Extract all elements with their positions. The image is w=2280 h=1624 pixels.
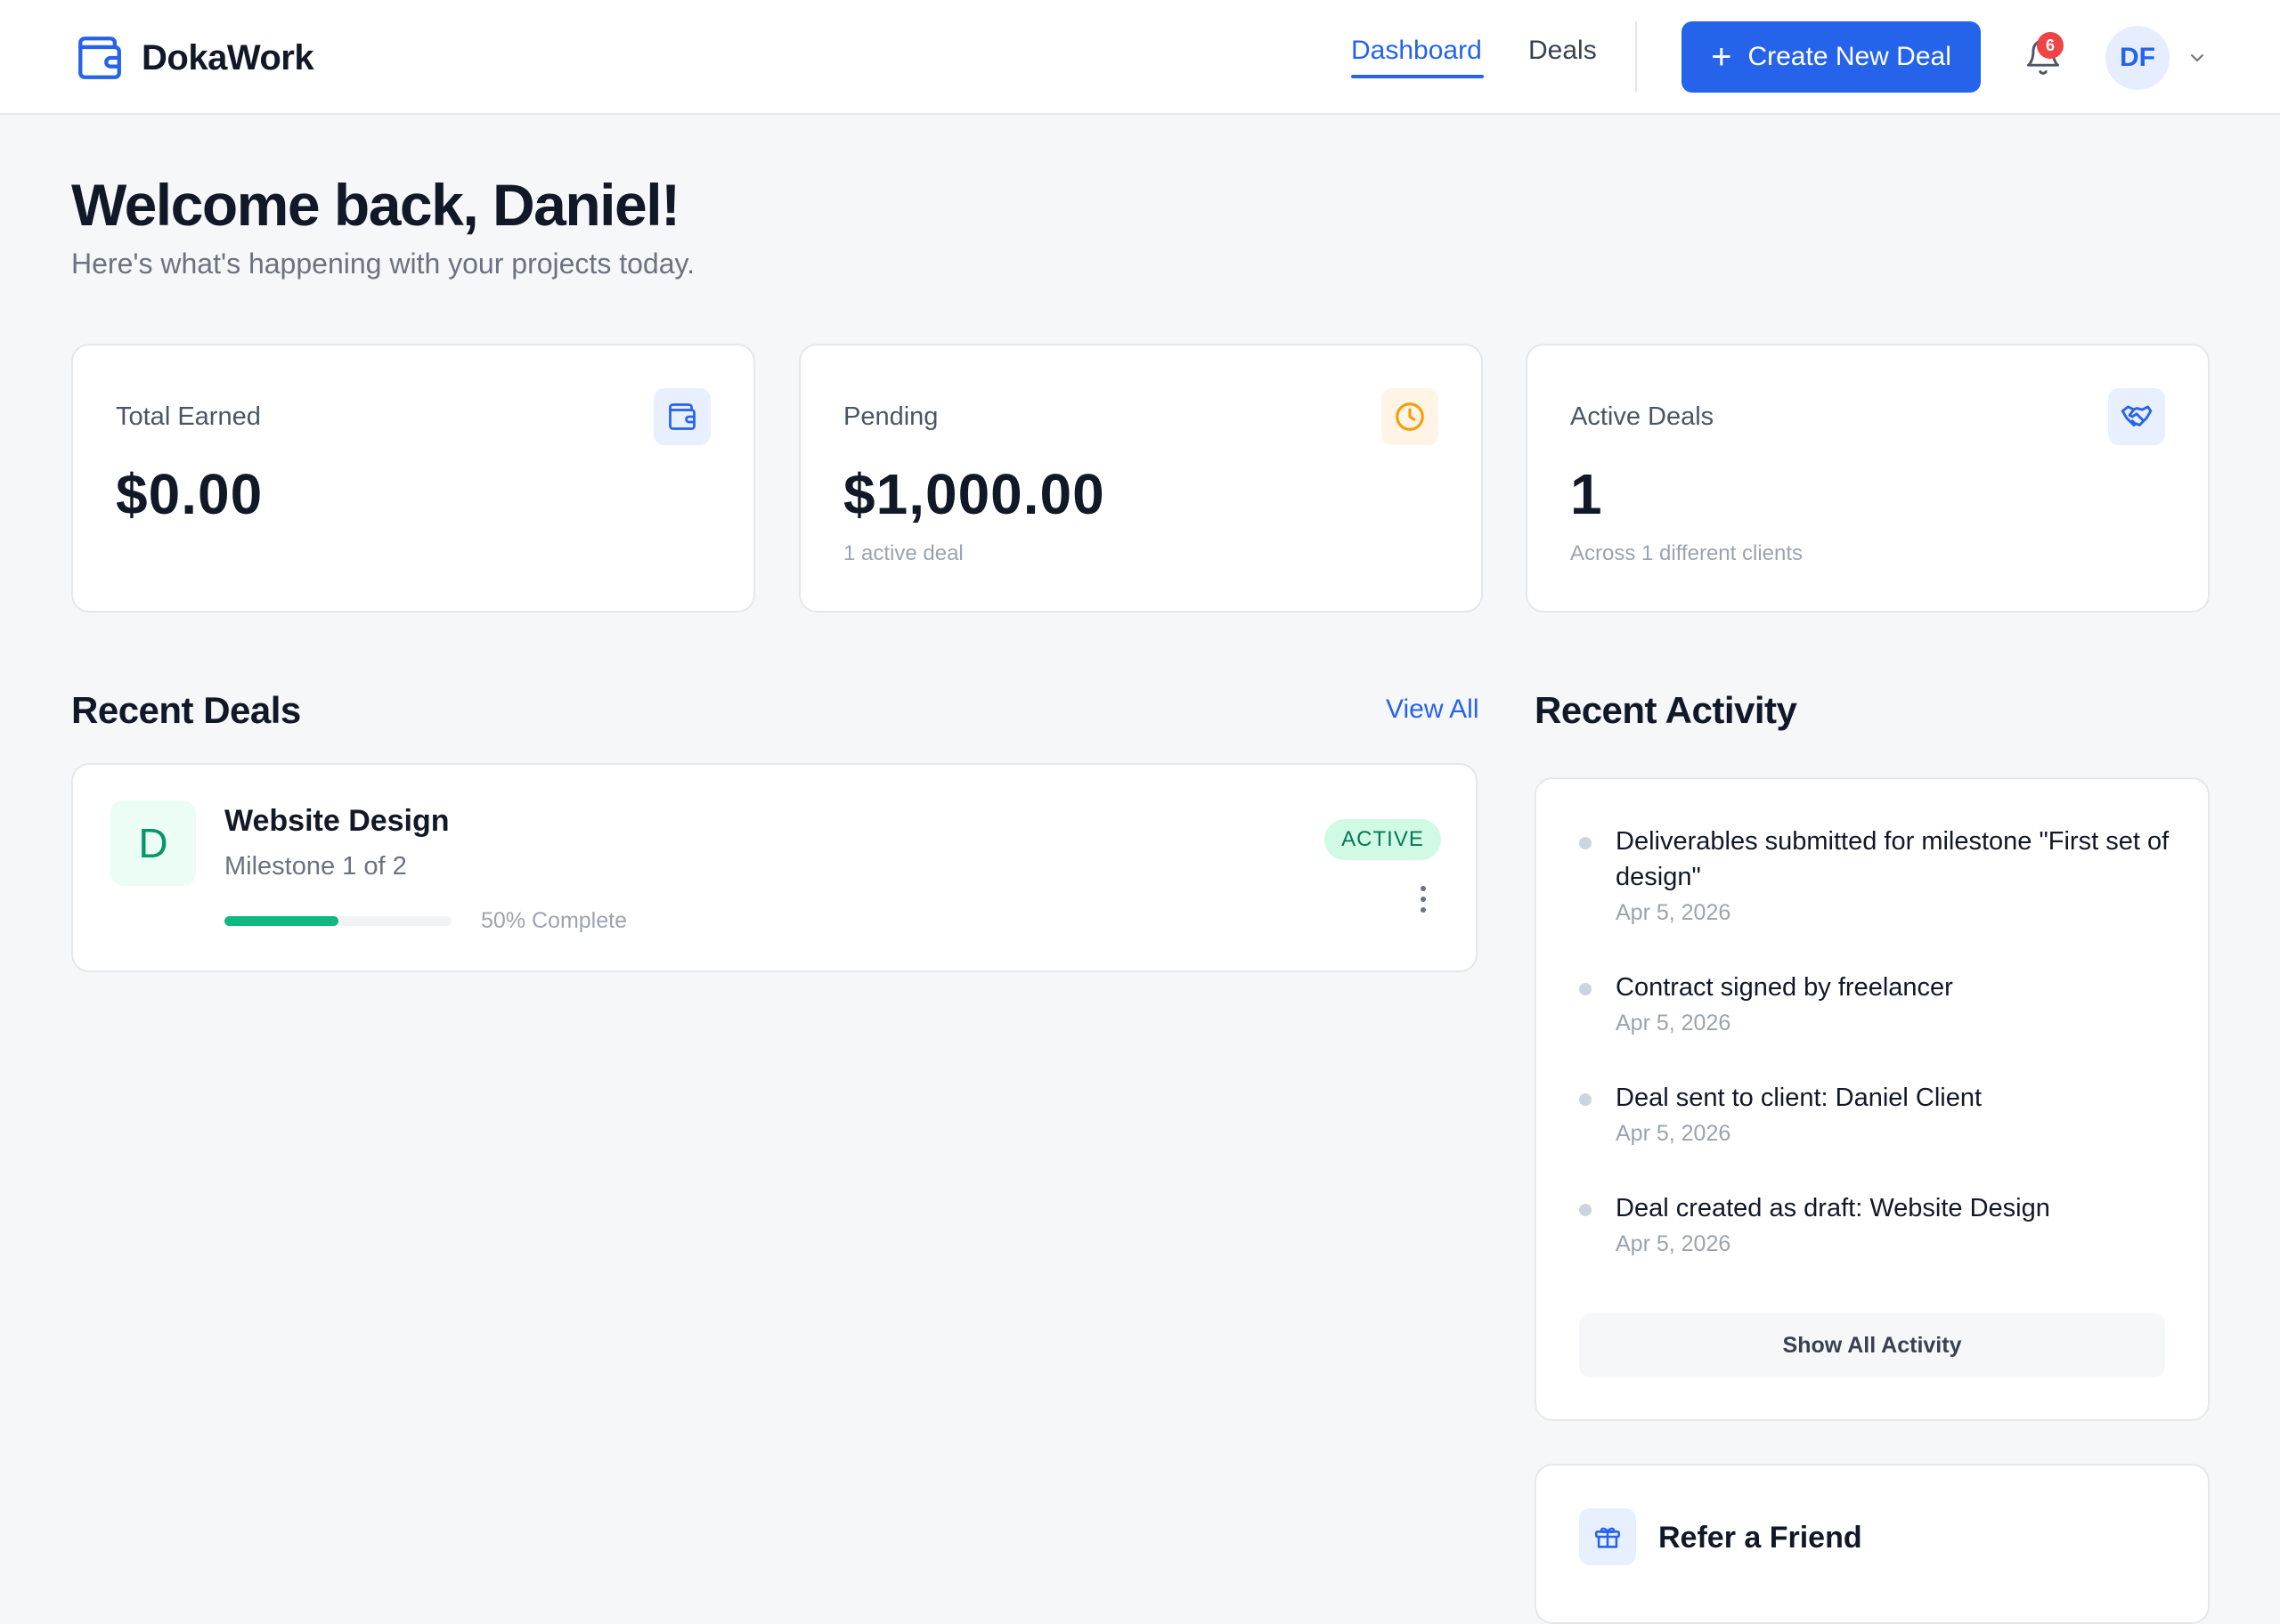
activity-date: Apr 5, 2026 bbox=[1616, 1231, 1731, 1256]
deal-progress-bar bbox=[224, 916, 452, 926]
stat-subtext: 1 active deal bbox=[843, 541, 964, 565]
show-all-activity-button[interactable]: Show All Activity bbox=[1579, 1313, 2165, 1377]
brand-logo[interactable]: DokaWork bbox=[74, 30, 314, 85]
notification-count-badge: 6 bbox=[2037, 32, 2064, 59]
refer-friend-title: Refer a Friend bbox=[1658, 1521, 1862, 1555]
stat-label: Active Deals bbox=[1570, 402, 1714, 431]
handshake-icon bbox=[2108, 388, 2165, 445]
create-new-deal-label: Create New Deal bbox=[1747, 42, 1951, 71]
stat-value: $1,000.00 bbox=[843, 462, 1105, 526]
recent-deals-title: Recent Deals bbox=[71, 689, 301, 731]
stat-value: 1 bbox=[1570, 462, 1603, 526]
activity-dot-icon bbox=[1579, 983, 1592, 995]
activity-date: Apr 5, 2026 bbox=[1616, 1121, 1731, 1146]
view-all-link[interactable]: View All bbox=[1386, 694, 1479, 725]
activity-text: Contract signed by freelancer bbox=[1616, 973, 1953, 1002]
nav-link-deals[interactable]: Deals bbox=[1528, 36, 1597, 66]
more-options-icon[interactable] bbox=[1418, 886, 1429, 916]
status-badge: ACTIVE bbox=[1324, 819, 1441, 860]
recent-activity-title: Recent Activity bbox=[1535, 689, 1797, 731]
stat-subtext: Across 1 different clients bbox=[1570, 541, 1804, 565]
deal-initial-avatar: D bbox=[110, 800, 196, 886]
gift-icon bbox=[1579, 1508, 1636, 1565]
stat-value: $0.00 bbox=[116, 462, 264, 526]
activity-text: Deal created as draft: Website Design bbox=[1616, 1194, 2050, 1222]
create-new-deal-button[interactable]: + Create New Deal bbox=[1682, 21, 1981, 93]
deal-card[interactable]: D Website Design Milestone 1 of 2 50% Co… bbox=[71, 763, 1478, 972]
wallet-icon bbox=[654, 388, 711, 445]
nav-divider bbox=[1635, 21, 1637, 93]
plus-icon: + bbox=[1711, 37, 1732, 77]
page-subtitle: Here's what's happening with your projec… bbox=[71, 248, 695, 280]
brand-name: DokaWork bbox=[142, 37, 314, 77]
stat-card-total-earned: Total Earned $0.00 bbox=[71, 344, 755, 613]
chevron-down-icon[interactable] bbox=[2186, 47, 2208, 69]
deal-milestone: Milestone 1 of 2 bbox=[224, 852, 407, 881]
refer-friend-card[interactable]: Refer a Friend bbox=[1535, 1464, 2210, 1624]
nav-link-dashboard[interactable]: Dashboard bbox=[1351, 36, 1482, 66]
stat-label: Total Earned bbox=[116, 402, 261, 431]
top-navbar: DokaWork Dashboard Deals + Create New De… bbox=[0, 0, 2280, 115]
activity-text: Deal sent to client: Daniel Client bbox=[1616, 1084, 1983, 1112]
activity-date: Apr 5, 2026 bbox=[1616, 900, 1731, 925]
activity-dot-icon bbox=[1579, 837, 1592, 849]
wallet-logo-icon bbox=[78, 37, 121, 79]
clock-icon bbox=[1381, 388, 1438, 445]
user-avatar[interactable]: DF bbox=[2105, 26, 2170, 90]
stat-card-active-deals: Active Deals 1 Across 1 different client… bbox=[1526, 344, 2210, 613]
nav-active-indicator bbox=[1351, 75, 1484, 78]
activity-dot-icon bbox=[1579, 1093, 1592, 1106]
activity-dot-icon bbox=[1579, 1204, 1592, 1216]
stat-card-pending: Pending $1,000.00 1 active deal bbox=[799, 344, 1483, 613]
activity-card: Deliverables submitted for milestone "Fi… bbox=[1535, 777, 2210, 1421]
deal-progress-label: 50% Complete bbox=[481, 908, 627, 933]
page-title: Welcome back, Daniel! bbox=[71, 172, 680, 238]
activity-text: Deliverables submitted for milestone "Fi… bbox=[1616, 827, 2170, 891]
stat-label: Pending bbox=[843, 402, 939, 431]
activity-date: Apr 5, 2026 bbox=[1616, 1011, 1731, 1035]
deal-name: Website Design bbox=[224, 804, 450, 838]
deal-progress-fill bbox=[224, 916, 338, 926]
